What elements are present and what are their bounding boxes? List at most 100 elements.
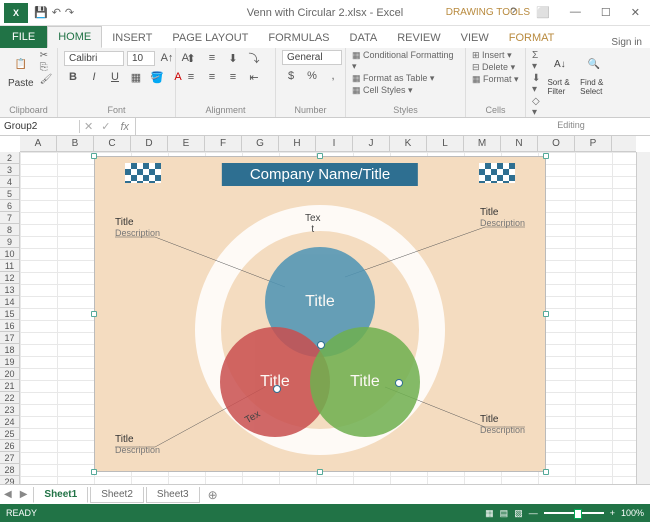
align-left-icon[interactable]: ≡ xyxy=(182,69,200,85)
comma-icon[interactable]: , xyxy=(324,68,342,84)
page-layout-view-icon[interactable]: ▤ xyxy=(500,508,509,519)
row-header[interactable]: 28 xyxy=(0,464,19,476)
help-icon[interactable]: ? xyxy=(504,6,522,19)
callout[interactable]: Title Description xyxy=(480,207,525,228)
row-header[interactable]: 21 xyxy=(0,380,19,392)
shape-handle[interactable] xyxy=(317,341,325,349)
row-header[interactable]: 24 xyxy=(0,416,19,428)
row-header[interactable]: 14 xyxy=(0,296,19,308)
column-header[interactable]: I xyxy=(316,136,353,151)
signin-link[interactable]: Sign in xyxy=(611,37,642,48)
zoom-level[interactable]: 100% xyxy=(621,508,644,518)
percent-icon[interactable]: % xyxy=(303,68,321,84)
venn-banner[interactable]: Company Name/Title xyxy=(222,163,418,186)
sort-filter-button[interactable]: A↓ Sort & Filter xyxy=(545,50,574,98)
resize-handle[interactable] xyxy=(317,153,323,159)
save-icon[interactable]: 💾 xyxy=(34,6,48,19)
tab-data[interactable]: DATA xyxy=(340,28,388,48)
resize-handle[interactable] xyxy=(91,469,97,475)
column-header[interactable]: G xyxy=(242,136,279,151)
row-header[interactable]: 22 xyxy=(0,392,19,404)
currency-icon[interactable]: $ xyxy=(282,68,300,84)
resize-handle[interactable] xyxy=(91,153,97,159)
tab-page-layout[interactable]: PAGE LAYOUT xyxy=(162,28,258,48)
shape-handle[interactable] xyxy=(273,385,281,393)
underline-button[interactable]: U xyxy=(106,69,124,85)
fx-icon[interactable]: fx xyxy=(114,121,135,133)
sheet-nav-next-icon[interactable]: ▶ xyxy=(16,489,32,500)
shape-handle[interactable] xyxy=(395,379,403,387)
find-select-button[interactable]: 🔍 Find & Select xyxy=(578,50,610,98)
resize-handle[interactable] xyxy=(317,469,323,475)
fx-enter-icon[interactable]: ✓ xyxy=(97,120,114,133)
font-name-select[interactable]: Calibri xyxy=(64,51,124,66)
row-header[interactable]: 11 xyxy=(0,260,19,272)
align-bottom-icon[interactable]: ⬇ xyxy=(224,50,242,66)
row-header[interactable]: 13 xyxy=(0,284,19,296)
column-header[interactable]: J xyxy=(353,136,390,151)
fill-color-icon[interactable]: 🪣 xyxy=(148,69,166,85)
zoom-in-icon[interactable]: + xyxy=(610,508,615,518)
zoom-slider[interactable] xyxy=(544,512,604,514)
column-header[interactable]: A xyxy=(20,136,57,151)
row-header[interactable]: 3 xyxy=(0,164,19,176)
normal-view-icon[interactable]: ▦ xyxy=(485,508,494,519)
sheet-tab[interactable]: Sheet2 xyxy=(90,487,144,503)
align-right-icon[interactable]: ≡ xyxy=(224,69,242,85)
file-tab[interactable]: FILE xyxy=(0,26,47,48)
tab-insert[interactable]: INSERT xyxy=(102,28,162,48)
tab-review[interactable]: REVIEW xyxy=(387,28,450,48)
number-format-select[interactable]: General xyxy=(282,50,342,65)
resize-handle[interactable] xyxy=(543,311,549,317)
redo-icon[interactable]: ↷ xyxy=(65,6,74,19)
close-icon[interactable]: ✕ xyxy=(625,6,646,19)
fill-icon[interactable]: ⬇ ▾ xyxy=(532,73,541,95)
increase-font-icon[interactable]: A↑ xyxy=(158,50,176,66)
format-painter-icon[interactable]: 🖌 xyxy=(40,74,53,85)
row-header[interactable]: 16 xyxy=(0,320,19,332)
orientation-icon[interactable]: ⤵ xyxy=(245,50,263,66)
add-sheet-button[interactable]: ⊕ xyxy=(200,488,226,502)
align-middle-icon[interactable]: ≡ xyxy=(203,50,221,66)
venn-diagram-shape[interactable]: Company Name/Title Title Title Title Tit… xyxy=(94,156,546,472)
clear-icon[interactable]: ◇ ▾ xyxy=(532,96,541,118)
page-break-view-icon[interactable]: ▧ xyxy=(514,508,523,519)
column-header[interactable]: F xyxy=(205,136,242,151)
column-header[interactable]: K xyxy=(390,136,427,151)
fx-cancel-icon[interactable]: ✕ xyxy=(80,120,97,133)
sheet-tab[interactable]: Sheet1 xyxy=(33,487,88,503)
row-header[interactable]: 17 xyxy=(0,332,19,344)
align-center-icon[interactable]: ≡ xyxy=(203,69,221,85)
formula-input[interactable] xyxy=(135,118,650,135)
format-as-table-button[interactable]: ▦ Format as Table ▾ xyxy=(352,73,434,84)
column-header[interactable]: P xyxy=(575,136,612,151)
row-header[interactable]: 23 xyxy=(0,404,19,416)
tab-home[interactable]: HOME xyxy=(47,26,102,48)
resize-handle[interactable] xyxy=(543,469,549,475)
column-header[interactable]: M xyxy=(464,136,501,151)
row-header[interactable]: 12 xyxy=(0,272,19,284)
row-header[interactable]: 2 xyxy=(0,152,19,164)
indent-icon[interactable]: ⇤ xyxy=(245,69,263,85)
ribbon-display-icon[interactable]: ⬜ xyxy=(530,6,556,19)
column-header[interactable]: L xyxy=(427,136,464,151)
border-icon[interactable]: ▦ xyxy=(127,69,145,85)
row-header[interactable]: 25 xyxy=(0,428,19,440)
italic-button[interactable]: I xyxy=(85,69,103,85)
insert-cells-button[interactable]: ⊞ Insert ▾ xyxy=(472,50,512,61)
sheet-nav-prev-icon[interactable]: ◀ xyxy=(0,489,16,500)
zoom-out-icon[interactable]: — xyxy=(529,508,538,518)
tab-view[interactable]: VIEW xyxy=(451,28,499,48)
resize-handle[interactable] xyxy=(543,153,549,159)
column-header[interactable]: B xyxy=(57,136,94,151)
align-top-icon[interactable]: ⬆ xyxy=(182,50,200,66)
delete-cells-button[interactable]: ⊟ Delete ▾ xyxy=(472,62,515,73)
undo-icon[interactable]: ↶ xyxy=(52,6,61,19)
cut-icon[interactable]: ✂ xyxy=(40,50,53,61)
column-header[interactable]: D xyxy=(131,136,168,151)
callout[interactable]: Title Description xyxy=(115,434,160,455)
font-size-select[interactable]: 10 xyxy=(127,51,155,66)
column-header[interactable]: O xyxy=(538,136,575,151)
column-header[interactable]: C xyxy=(94,136,131,151)
row-header[interactable]: 8 xyxy=(0,224,19,236)
